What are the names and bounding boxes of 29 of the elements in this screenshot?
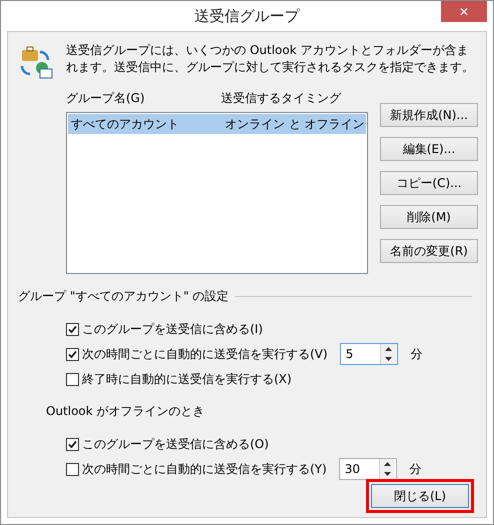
close-button[interactable]: ✕ xyxy=(441,1,487,22)
action-button[interactable]: 名前の変更(R) xyxy=(380,239,478,263)
action-button[interactable]: 削除(M) xyxy=(380,205,478,229)
close-dialog-button[interactable]: 閉じる(L) xyxy=(371,484,469,508)
checkbox[interactable] xyxy=(66,348,79,360)
number-spinner[interactable]: 5 xyxy=(340,343,398,365)
unit-label: 分 xyxy=(410,346,423,362)
checkbox[interactable] xyxy=(66,462,79,476)
unit-label: 分 xyxy=(410,460,422,478)
checkbox-label[interactable]: 次の時間ごとに自動的に送受信を実行する(V) xyxy=(82,346,328,362)
checkbox[interactable] xyxy=(66,372,79,386)
checkbox-label[interactable]: このグループを送受信に含める(I) xyxy=(82,320,263,338)
group-title: グループ "すべてのアカウント" の設定 xyxy=(18,288,229,305)
checkbox[interactable] xyxy=(66,322,79,336)
checkbox-label[interactable]: 終了時に自動的に送受信を実行する(X) xyxy=(82,370,292,388)
send-receive-icon xyxy=(18,44,54,80)
section-title: Outlook がオフラインのとき xyxy=(46,403,206,420)
column-header: 送受信するタイミング xyxy=(221,90,342,107)
list-row[interactable]: すべてのアカウント オンライン と オフライン xyxy=(68,114,366,134)
checkbox-label[interactable]: このグループを送受信に含める(O) xyxy=(82,436,269,452)
number-spinner[interactable]: 30 xyxy=(338,458,397,480)
checkbox[interactable] xyxy=(66,438,79,450)
action-button[interactable]: コピー(C)... xyxy=(380,171,478,195)
column-header: グループ名(G) xyxy=(66,90,146,107)
checkbox-label[interactable]: 次の時間ごとに自動的に送受信を実行する(Y) xyxy=(82,460,327,478)
action-button[interactable]: 編集(E)... xyxy=(380,137,478,161)
action-button[interactable]: 新規作成(N)... xyxy=(380,103,478,127)
window-title: 送受信グループ xyxy=(194,6,300,26)
description-text: 送受信グループには、いくつかの Outlook アカウントとフォルダーが含まれます。送受信中に、グループに対して実行されるタスクを指定できます。 xyxy=(66,42,475,76)
